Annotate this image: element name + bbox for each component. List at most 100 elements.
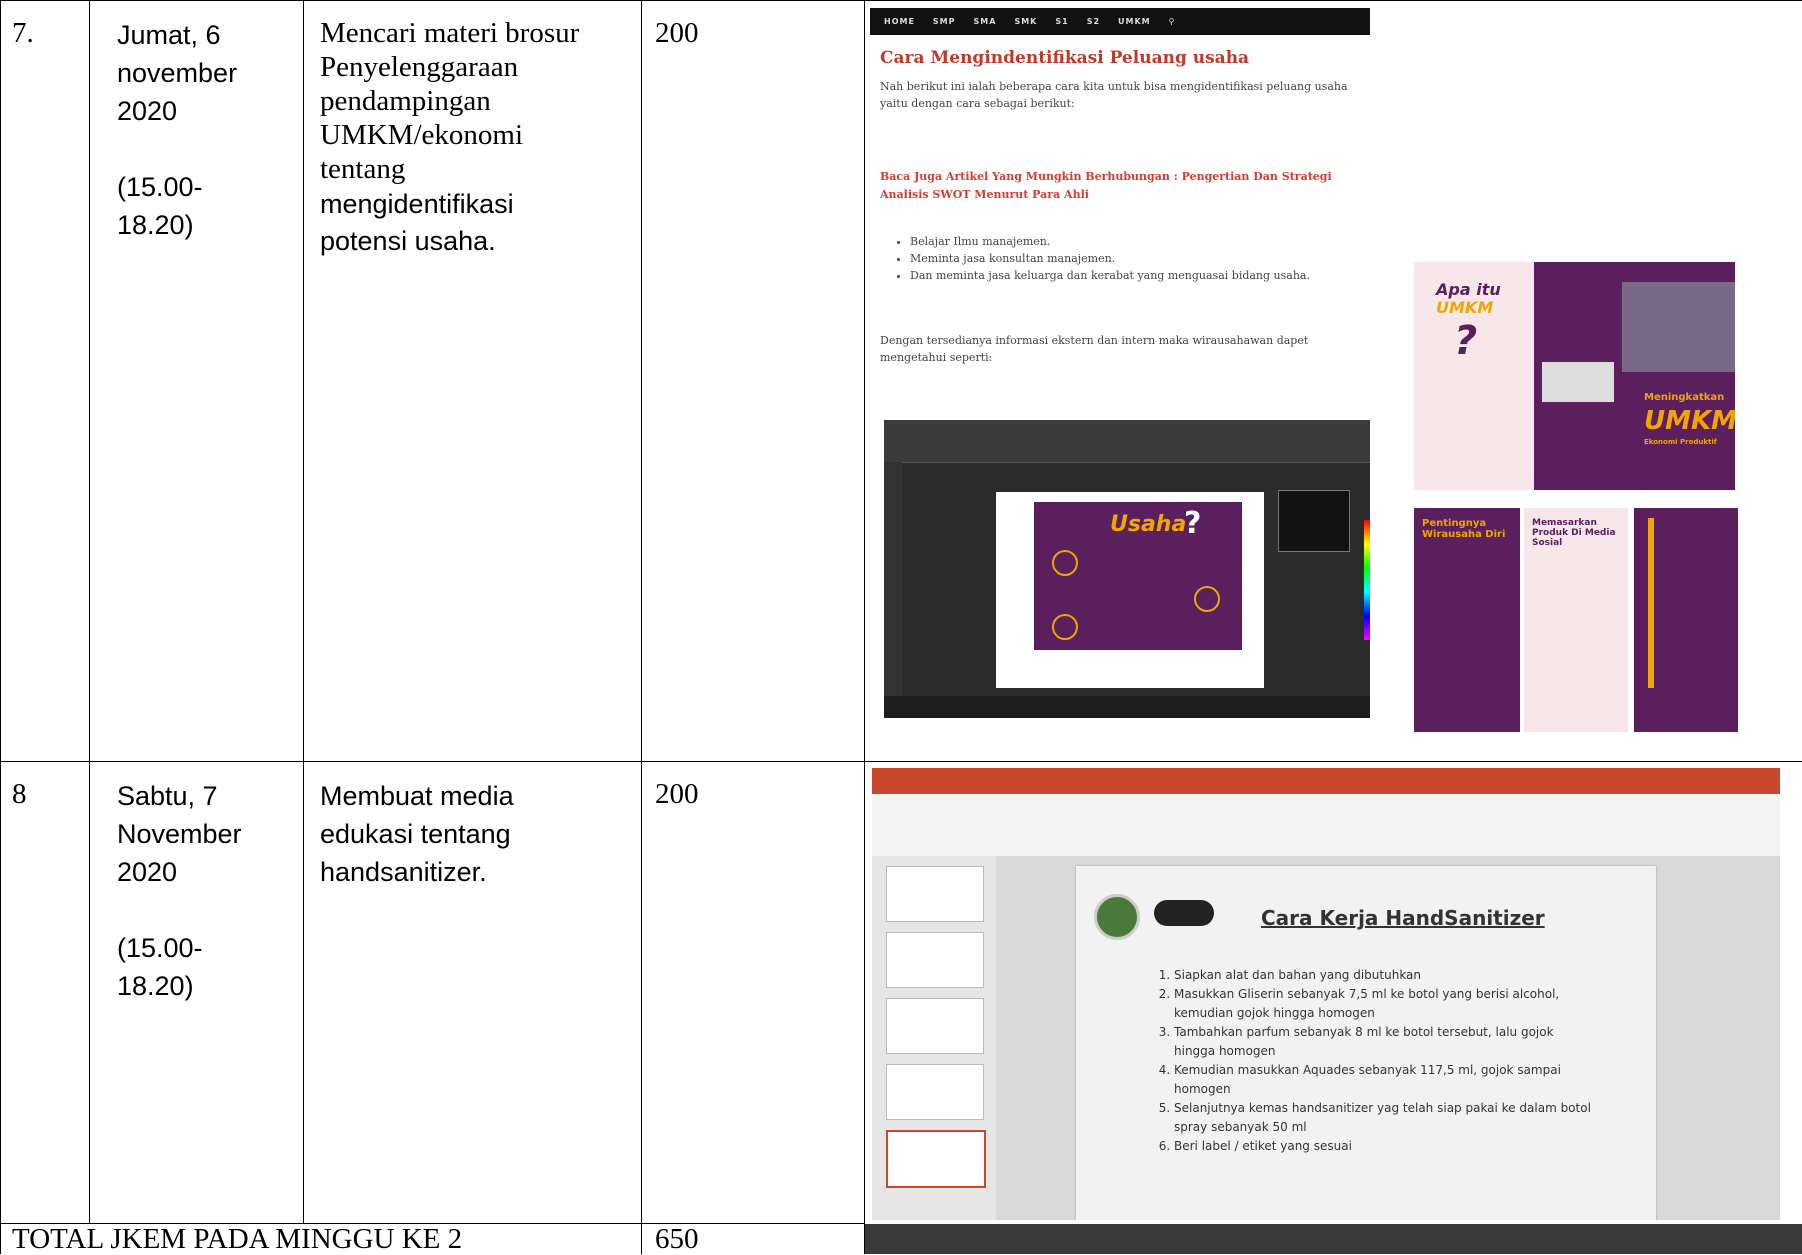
brochure-front-heading-2: UMKM — [1436, 298, 1494, 317]
list-item: Meminta jasa konsultan manajemen. — [910, 250, 1370, 267]
slide-thumbnail[interactable] — [886, 866, 984, 922]
row8-time-line-2: 18.20) — [117, 971, 194, 1001]
article-nav-bar: HOME SMP SMA SMK S1 S2 UMKM ⚲ — [870, 8, 1370, 35]
row7-activity-line-2: Penyelenggaraan — [320, 51, 519, 83]
circle-icon — [1052, 550, 1078, 576]
article-screenshot: HOME SMP SMA SMK S1 S2 UMKM ⚲ Cara Mengi… — [870, 8, 1370, 306]
ppt-slide: Cara Kerja HandSanitizer Siapkan alat da… — [1076, 866, 1656, 1220]
design-app-toolbox — [884, 462, 902, 696]
col-divider-1 — [89, 0, 90, 1224]
list-item: Kemudian masukkan Aquades sebanyak 117,5… — [1174, 1061, 1594, 1099]
row8-time-line-1: (15.00- — [117, 933, 203, 963]
timeline-bar — [1648, 518, 1654, 688]
row8-date: Sabtu, 7 November 2020 (15.00- 18.20) — [117, 777, 297, 1005]
slide-thumbnail[interactable] — [886, 932, 984, 988]
col-divider-2 — [303, 0, 304, 1224]
col-divider-4 — [864, 0, 865, 1254]
design-app-toolbar — [884, 420, 1370, 463]
row7-day-line-2: november — [117, 58, 238, 88]
total-value: 650 — [655, 1223, 699, 1255]
circle-icon — [1052, 614, 1078, 640]
brochure-photo — [1622, 282, 1735, 372]
total-label: TOTAL JKEM PADA MINGGU KE 2 — [12, 1223, 463, 1255]
row7-date: Jumat, 6 november 2020 (15.00- 18.20) — [117, 16, 297, 244]
list-item: Beri label / etiket yang sesuai — [1174, 1137, 1594, 1156]
ppt-slide-thumbnails — [872, 856, 997, 1220]
row7-number: 7. — [12, 17, 34, 49]
design-side-panel — [1278, 490, 1350, 552]
list-item: Belajar Ilmu manajemen. — [910, 233, 1370, 250]
brochure-inner-3 — [1634, 508, 1738, 732]
row7-time-line-2: 18.20) — [117, 210, 194, 240]
row7-day-line-3: 2020 — [117, 96, 178, 126]
brochure-panel-1-title: Pentingnya Wirausaha Diri — [1422, 518, 1506, 540]
row7-activity-line-1: Mencari materi brosur — [320, 17, 580, 49]
nav-item: SMA — [973, 17, 997, 26]
brochure-back-heading-1: Meningkatkan — [1644, 392, 1725, 403]
nav-item: UMKM — [1118, 17, 1151, 26]
brochure-front: Apa itu UMKM ? — [1414, 262, 1534, 490]
row8-day-line-2: November — [117, 819, 242, 849]
row8-day-line-1: Sabtu, 7 — [117, 781, 218, 811]
row7-activity-line-6: mengidentifikasi — [320, 189, 514, 219]
brochure-panel-2-title: Memasarkan Produk Di Media Sosial — [1532, 518, 1616, 548]
row8-activity-line-1: Membuat media — [320, 781, 514, 811]
article-bullets: Belajar Ilmu manajemen. Meminta jasa kon… — [896, 233, 1370, 284]
nav-item: HOME — [884, 17, 915, 26]
article-intro: Nah berikut ini ialah beberapa cara kita… — [880, 80, 1348, 110]
ppt-ribbon — [872, 794, 1780, 857]
brochure-back: Meningkatkan UMKM Ekonomi Produktif — [1622, 262, 1735, 490]
nav-item: SMK — [1014, 17, 1038, 26]
row7-activity: Mencari materi brosur Penyelenggaraan pe… — [320, 16, 635, 260]
slide-title: Cara Kerja HandSanitizer — [1261, 906, 1545, 930]
slide-thumbnail-selected[interactable] — [886, 1130, 986, 1188]
list-item: Siapkan alat dan bahan yang dibutuhkan — [1174, 966, 1594, 985]
color-palette — [1364, 520, 1370, 640]
row8-day-line-3: 2020 — [117, 857, 178, 887]
row8-activity-line-3: handsanitizer. — [320, 857, 487, 887]
brochure-mid — [1534, 262, 1622, 490]
ppt-stage: Cara Kerja HandSanitizer Siapkan alat da… — [996, 856, 1780, 1220]
row7-day-line-1: Jumat, 6 — [117, 20, 221, 50]
kkn-logo — [1154, 900, 1214, 926]
brochure-back-heading-3: Ekonomi Produktif — [1644, 438, 1717, 446]
row7-activity-line-5: tentang — [320, 153, 406, 185]
slide-steps: Siapkan alat dan bahan yang dibutuhkan M… — [1156, 966, 1594, 1156]
circle-icon — [1194, 586, 1220, 612]
article-related-link: Baca Juga Artikel Yang Mungkin Berhubung… — [880, 170, 1332, 201]
brochure-front-mark: ? — [1454, 318, 1478, 364]
brochure-inner-2: Memasarkan Produk Di Media Sosial — [1524, 508, 1628, 732]
brochure-back-heading-2: UMKM — [1644, 406, 1735, 436]
nav-item: S1 — [1055, 17, 1069, 26]
article-heading: Cara Mengindentifikasi Peluang usaha — [880, 48, 1250, 68]
row8-activity-line-2: edukasi tentang — [320, 819, 511, 849]
nav-item: S2 — [1086, 17, 1101, 26]
search-icon: ⚲ — [1168, 17, 1176, 26]
slide-thumbnail[interactable] — [886, 1064, 984, 1120]
powerpoint-screenshot: Cara Kerja HandSanitizer Siapkan alat da… — [872, 768, 1780, 1220]
total-row-dark-fill — [865, 1224, 1802, 1254]
row7-time-line-1: (15.00- — [117, 172, 203, 202]
row7-jkem: 200 — [655, 17, 699, 49]
design-artboard-title: Usaha — [1110, 512, 1187, 537]
table-border-left — [0, 0, 1, 1254]
row-divider-1 — [0, 761, 1802, 762]
design-artboard: Usaha ? — [1034, 502, 1242, 650]
building-image — [1542, 362, 1614, 402]
design-app-screenshot: Usaha ? — [884, 420, 1370, 718]
row7-activity-line-4: UMKM/ekonomi — [320, 119, 523, 151]
row8-number: 8 — [12, 778, 27, 810]
list-item: Tambahkan parfum sebanyak 8 ml ke botol … — [1174, 1023, 1594, 1061]
brochure-front-heading-1: Apa itu — [1436, 280, 1501, 299]
table-border-top — [0, 0, 1802, 1]
col-divider-3 — [641, 0, 642, 1254]
row8-activity: Membuat media edukasi tentang handsaniti… — [320, 777, 635, 891]
university-logo — [1094, 894, 1140, 940]
list-item: Selanjutnya kemas handsanitizer yag tela… — [1174, 1099, 1594, 1137]
article-outro-visible: Dengan tersedianya informasi ekstern dan… — [880, 334, 1309, 364]
slide-thumbnail[interactable] — [886, 998, 984, 1054]
taskbar — [884, 696, 1370, 718]
row7-activity-line-3: pendampingan — [320, 85, 491, 117]
ppt-title-bar — [872, 768, 1780, 794]
question-mark-icon: ? — [1184, 506, 1202, 541]
